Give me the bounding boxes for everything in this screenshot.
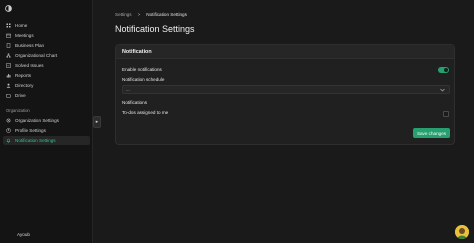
sidebar-item-meetings[interactable]: Meetings [3,31,90,40]
sidebar-item-organization-settings[interactable]: Organization Settings [3,116,90,125]
sidebar-item-directory[interactable]: Directory [3,81,90,90]
sidebar-item-solved-issues[interactable]: Solved Issues [3,61,90,70]
notification-schedule-label: Notification schedule [122,77,165,82]
sidebar-item-organizational-chart[interactable]: Organizational Chart [3,51,90,60]
sidebar-item-label: Reports [15,73,32,78]
user-menu[interactable]: Ayoub [6,231,30,237]
bell-icon [6,138,11,143]
sidebar-item-label: Business Plan [15,43,45,48]
folder-icon [6,94,11,98]
user-avatar [6,231,12,237]
chevron-down-icon [440,88,445,92]
sidebar-toggle-icon: ▸ [95,119,99,125]
sidebar-item-label: Directory [15,83,34,88]
enable-notifications-label: Enable notifications [122,67,162,72]
sidebar-item-label: Profile Settings [15,128,46,133]
chart-icon [6,74,11,78]
collapse-sidebar-button[interactable]: ▸ [93,116,101,128]
sidebar-item-profile-settings[interactable]: Profile Settings [3,126,90,135]
sidebar: Home Meetings Business Plan Organization… [0,0,93,243]
card-title: Notification [122,48,152,55]
user-circle-icon [6,128,11,133]
sidebar-item-label: Home [15,23,28,28]
sidebar-item-business-plan[interactable]: Business Plan [3,41,90,50]
sidebar-item-home[interactable]: Home [3,21,90,30]
notification-schedule-select[interactable]: ... [122,85,450,94]
sidebar-section-label: Organization [6,108,30,113]
sidebar-item-notification-settings[interactable]: Notification Settings [3,136,90,145]
card-header: Notification [116,45,454,59]
enable-notifications-toggle[interactable] [438,67,449,73]
sidebar-item-label: Organization Settings [15,118,59,123]
todos-assigned-checkbox[interactable] [443,111,449,117]
sidebar-item-label: Notification Settings [15,138,56,143]
breadcrumb-settings-link[interactable]: Settings [115,12,132,17]
avatar-face-icon [455,225,469,239]
user-name: Ayoub [17,231,30,237]
notification-card: Notification Enable notifications Notifi… [115,44,455,145]
app-root: Home Meetings Business Plan Organization… [0,0,474,243]
sidebar-item-reports[interactable]: Reports [3,71,90,80]
calendar-icon [6,33,11,38]
user-icon [6,83,11,88]
org-chart-icon [6,53,11,58]
todos-assigned-label: To-dos assigned to me [122,110,169,115]
breadcrumb-current: Notification Settings [146,12,187,17]
sidebar-item-label: Meetings [15,33,34,38]
check-square-icon [6,63,11,68]
sidebar-item-label: Drive [15,93,26,98]
schedule-selected-value: ... [126,87,130,92]
save-changes-button[interactable]: Save changes [413,128,450,138]
breadcrumb-separator: > [137,12,141,17]
assistant-avatar[interactable] [455,225,469,239]
notifications-section-label: Notifications [122,100,148,105]
toggle-knob [444,68,448,72]
breadcrumb: Settings > Notification Settings [115,12,187,17]
page-title: Notification Settings [115,24,195,34]
app-logo-icon[interactable] [5,5,12,12]
gear-icon [6,118,11,123]
sidebar-item-label: Solved Issues [15,63,44,68]
sidebar-item-drive[interactable]: Drive [3,91,90,100]
sidebar-item-label: Organizational Chart [15,53,58,58]
book-icon [6,43,11,48]
grid-icon [6,23,11,28]
